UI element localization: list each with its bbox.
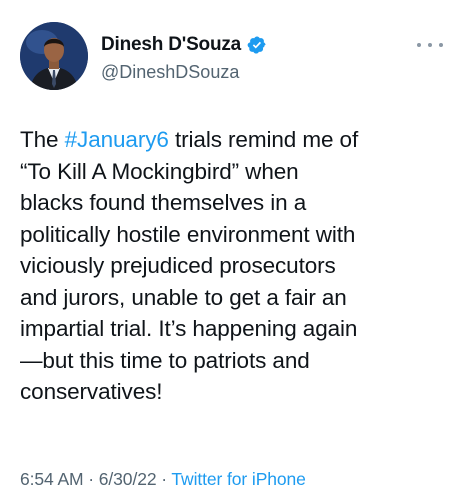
tweet-line-5: viciously prejudiced prosecutors — [20, 253, 336, 278]
tweet-line-1: The #January6 trials remind me of — [20, 124, 445, 156]
tweet-text-segment: The — [20, 127, 65, 152]
tweet-source-link[interactable]: Twitter for iPhone — [171, 469, 305, 489]
tweet-line-2: “To Kill A Mockingbird” when — [20, 158, 299, 184]
more-dot-3 — [439, 43, 443, 47]
author-name-row[interactable]: Dinesh D'Souza — [101, 34, 267, 56]
meta-separator: · — [156, 469, 172, 489]
tweet-metadata: 6:54 AM · 6/30/22 · Twitter for iPhone — [20, 469, 306, 490]
tweet-time[interactable]: 6:54 AM — [20, 469, 84, 489]
verified-badge-icon — [247, 35, 267, 55]
more-dot-1 — [417, 43, 421, 47]
profile-photo-icon — [20, 22, 88, 90]
meta-separator: · — [83, 469, 99, 489]
tweet-card: Dinesh D'Souza @DineshDSouza The #Januar… — [0, 0, 457, 500]
tweet-line-8: —but this time to patriots and — [20, 347, 310, 373]
more-options-icon[interactable] — [417, 38, 443, 52]
tweet-line-3: blacks found themselves in a — [20, 190, 307, 215]
author-handle[interactable]: @DineshDSouza — [101, 62, 239, 83]
hashtag-link[interactable]: #January6 — [65, 127, 169, 152]
tweet-line-7: impartial trial. It’s happening again — [20, 316, 358, 341]
tweet-text-segment: trials remind me of — [168, 127, 359, 152]
tweet-date[interactable]: 6/30/22 — [99, 469, 157, 489]
tweet-line-9: conservatives! — [20, 379, 163, 404]
more-dot-2 — [428, 43, 432, 47]
tweet-line-6: and jurors, unable to get a fair an — [20, 284, 347, 310]
tweet-line-4: politically hostile environment with — [20, 221, 356, 247]
author-display-name[interactable]: Dinesh D'Souza — [101, 34, 241, 56]
avatar[interactable] — [20, 22, 88, 90]
tweet-text: The #January6 trials remind me of “To Ki… — [20, 124, 445, 408]
